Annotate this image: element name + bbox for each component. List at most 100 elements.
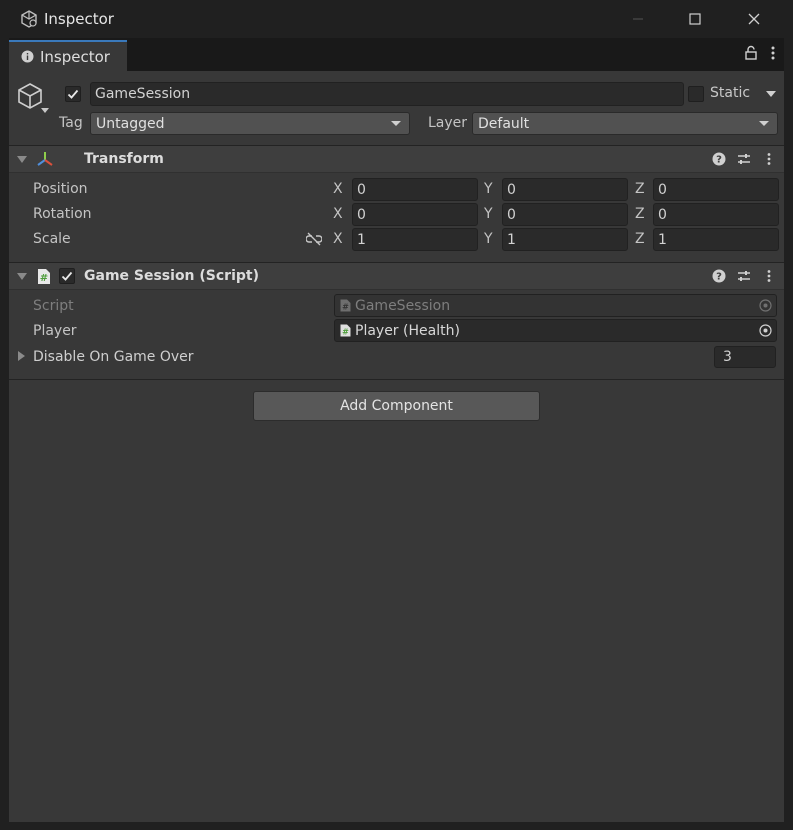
scale-label: Scale <box>33 231 71 247</box>
object-picker-icon[interactable] <box>759 324 772 337</box>
script-label: Script <box>33 298 74 314</box>
player-label: Player <box>33 323 77 339</box>
add-component-button[interactable]: Add Component <box>253 391 540 421</box>
gameobject-header: GameSession Static Tag Untagged Layer De… <box>9 71 784 145</box>
position-z-axis[interactable]: Z <box>635 181 645 197</box>
component-menu-icon[interactable] <box>762 269 776 283</box>
disable-foldout-arrow-icon[interactable] <box>18 351 25 361</box>
gameobject-cube-icon[interactable] <box>16 82 44 110</box>
maximize-icon <box>689 13 701 25</box>
rotation-z-axis[interactable]: Z <box>635 206 645 222</box>
script-icon: # <box>38 269 50 284</box>
position-z-field[interactable]: 0 <box>653 178 779 201</box>
script-value: GameSession <box>355 297 451 314</box>
svg-text:#: # <box>342 328 349 337</box>
disable-on-game-over-label[interactable]: Disable On Game Over <box>33 349 194 365</box>
help-icon[interactable]: ? <box>712 269 726 283</box>
scale-x-value: 1 <box>357 231 366 248</box>
svg-text:#: # <box>40 273 48 284</box>
static-checkbox[interactable] <box>688 86 704 102</box>
gameobject-name: GameSession <box>95 86 191 102</box>
minimize-button[interactable] <box>626 8 650 30</box>
script-enabled-checkbox[interactable] <box>59 268 75 284</box>
tag-value: Untagged <box>96 115 165 132</box>
position-y-axis[interactable]: Y <box>484 181 493 197</box>
position-x-field[interactable]: 0 <box>352 178 478 201</box>
disable-count-value: 3 <box>723 349 732 365</box>
transform-header[interactable]: Transform ? <box>9 145 784 173</box>
active-checkbox[interactable] <box>65 86 81 102</box>
rotation-y-field[interactable]: 0 <box>502 203 628 226</box>
position-x-axis[interactable]: X <box>333 181 343 197</box>
chevron-down-icon <box>759 121 769 126</box>
rotation-x-field[interactable]: 0 <box>352 203 478 226</box>
rotation-y-axis[interactable]: Y <box>484 206 493 222</box>
transform-title: Transform <box>84 151 164 167</box>
scale-y-axis[interactable]: Y <box>484 231 493 247</box>
player-field[interactable]: # Player (Health) <box>334 319 777 342</box>
icon-dropdown-arrow[interactable] <box>41 108 49 113</box>
title-bar[interactable]: Inspector <box>0 0 793 38</box>
position-y-value: 0 <box>507 181 516 198</box>
rotation-z-value: 0 <box>658 206 667 223</box>
tab-controls <box>744 45 776 61</box>
add-component-label: Add Component <box>340 398 453 414</box>
rotation-x-value: 0 <box>357 206 366 223</box>
foldout-arrow-icon[interactable] <box>17 273 27 280</box>
layer-value: Default <box>478 115 530 132</box>
rotation-z-field[interactable]: 0 <box>653 203 779 226</box>
script-component-header[interactable]: # Game Session (Script) ? <box>9 262 784 290</box>
rotation-x-axis[interactable]: X <box>333 206 343 222</box>
presets-icon[interactable] <box>737 269 751 283</box>
player-value: Player (Health) <box>355 322 460 339</box>
inspector-panel: GameSession Static Tag Untagged Layer De… <box>9 71 784 822</box>
chevron-down-icon <box>391 121 401 126</box>
position-y-field[interactable]: 0 <box>502 178 628 201</box>
tag-dropdown[interactable]: Untagged <box>90 112 410 135</box>
maximize-button[interactable] <box>683 8 707 30</box>
svg-text:#: # <box>342 303 349 312</box>
help-icon[interactable]: ? <box>712 152 726 166</box>
transform-tools: ? <box>712 152 776 166</box>
script-file-icon: # <box>340 324 351 337</box>
tab-inspector[interactable]: Inspector <box>9 40 127 71</box>
disable-count-field[interactable]: 3 <box>714 346 776 368</box>
lock-icon[interactable] <box>744 45 758 61</box>
script-field: # GameSession <box>334 294 777 317</box>
transform-icon <box>37 152 53 166</box>
constrain-proportions-icon[interactable] <box>306 232 322 246</box>
layer-dropdown[interactable]: Default <box>472 112 778 135</box>
checkmark-icon <box>67 89 79 99</box>
rotation-label: Rotation <box>33 206 92 222</box>
static-label: Static <box>710 85 751 101</box>
foldout-arrow-icon[interactable] <box>17 156 27 163</box>
scale-z-field[interactable]: 1 <box>653 228 779 251</box>
static-dropdown-arrow[interactable] <box>766 91 776 97</box>
scale-x-axis[interactable]: X <box>333 231 343 247</box>
kebab-menu-icon[interactable] <box>770 45 776 61</box>
scale-z-value: 1 <box>658 231 667 248</box>
position-z-value: 0 <box>658 181 667 198</box>
layer-label: Layer <box>428 115 468 131</box>
rotation-y-value: 0 <box>507 206 516 223</box>
tag-label: Tag <box>59 115 83 131</box>
scale-y-value: 1 <box>507 231 516 248</box>
presets-icon[interactable] <box>737 152 751 166</box>
position-x-value: 0 <box>357 181 366 198</box>
window-title: Inspector <box>44 10 114 28</box>
script-component-title: Game Session (Script) <box>84 268 259 284</box>
position-label: Position <box>33 181 88 197</box>
script-file-icon: # <box>340 299 351 312</box>
close-button[interactable] <box>742 8 766 30</box>
svg-text:?: ? <box>716 155 722 166</box>
script-component-tools: ? <box>712 269 776 283</box>
scale-y-field[interactable]: 1 <box>502 228 628 251</box>
tab-inspector-label: Inspector <box>40 47 110 66</box>
component-separator <box>9 379 784 380</box>
scale-z-axis[interactable]: Z <box>635 231 645 247</box>
scale-x-field[interactable]: 1 <box>352 228 478 251</box>
component-menu-icon[interactable] <box>762 152 776 166</box>
info-icon <box>21 50 34 63</box>
minimize-icon <box>633 18 643 20</box>
gameobject-name-field[interactable]: GameSession <box>90 82 684 106</box>
